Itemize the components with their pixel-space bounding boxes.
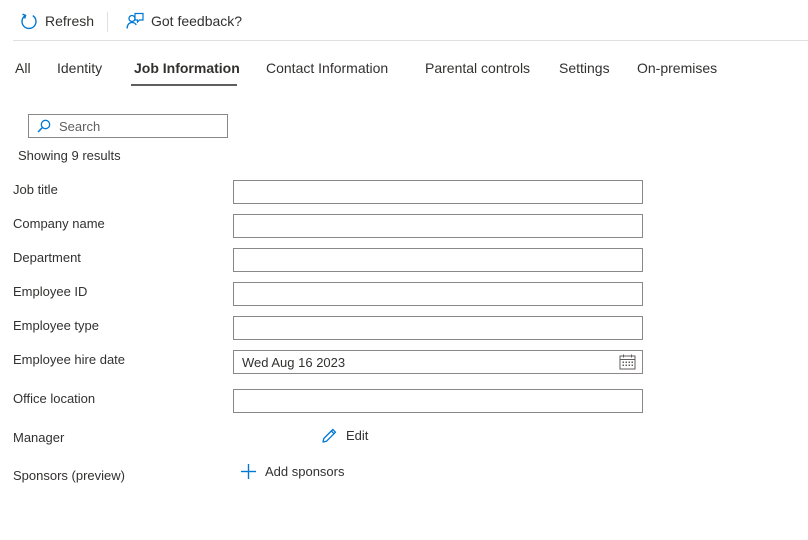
feedback-label: Got feedback? <box>151 13 243 29</box>
company-name-field-box <box>233 214 643 238</box>
tab-parental-controls[interactable]: Parental controls <box>425 60 530 82</box>
employee-type-input[interactable] <box>234 317 642 339</box>
office-location-field-box <box>233 389 643 413</box>
office-location-input[interactable] <box>234 390 642 412</box>
job-title-input[interactable] <box>234 181 642 203</box>
employee-hire-date-picker[interactable]: Wed Aug 16 2023 <box>233 350 643 374</box>
employee-id-field-box <box>233 282 643 306</box>
results-count: Showing 9 results <box>18 148 121 163</box>
job-title-field-box <box>233 180 643 204</box>
add-sponsors-button[interactable]: Add sponsors <box>240 463 345 480</box>
company-name-input[interactable] <box>234 215 642 237</box>
calendar-icon[interactable] <box>619 354 636 370</box>
employee-id-label: Employee ID <box>13 284 88 299</box>
department-field-box <box>233 248 643 272</box>
tab-all[interactable]: All <box>15 60 31 82</box>
employee-type-field-box <box>233 316 643 340</box>
employee-id-input[interactable] <box>234 283 642 305</box>
office-location-label: Office location <box>13 391 96 406</box>
tab-job-information[interactable]: Job Information <box>134 60 240 82</box>
pencil-icon <box>322 428 337 443</box>
search-icon <box>37 119 51 133</box>
add-sponsors-label: Add sponsors <box>265 464 345 479</box>
plus-icon <box>241 464 256 479</box>
toolbar-separator <box>13 40 808 41</box>
feedback-icon <box>126 12 144 29</box>
toolbar-divider <box>107 12 108 32</box>
department-label: Department <box>13 250 81 265</box>
manager-edit-button[interactable]: Edit <box>321 427 368 444</box>
tab-settings[interactable]: Settings <box>559 60 610 82</box>
employee-hire-date-value: Wed Aug 16 2023 <box>242 355 346 370</box>
refresh-label: Refresh <box>45 13 95 29</box>
search-input[interactable] <box>59 118 209 134</box>
refresh-icon <box>21 13 37 30</box>
employee-type-label: Employee type <box>13 318 99 333</box>
company-name-label: Company name <box>13 216 105 231</box>
tab-on-premises[interactable]: On-premises <box>637 60 717 82</box>
edit-label: Edit <box>346 428 369 443</box>
command-bar: Refresh Got feedback? <box>0 0 808 40</box>
sponsors-label: Sponsors (preview) <box>13 468 125 483</box>
job-title-label: Job title <box>13 182 58 197</box>
active-tab-indicator <box>131 84 237 86</box>
feedback-button[interactable]: Got feedback? <box>126 8 242 34</box>
employee-hire-date-label: Employee hire date <box>13 352 126 367</box>
manager-label: Manager <box>13 430 65 445</box>
refresh-button[interactable]: Refresh <box>20 8 94 34</box>
search-box[interactable] <box>28 114 228 138</box>
department-input[interactable] <box>234 249 642 271</box>
tab-contact-information[interactable]: Contact Information <box>266 60 388 82</box>
tab-identity[interactable]: Identity <box>57 60 102 82</box>
